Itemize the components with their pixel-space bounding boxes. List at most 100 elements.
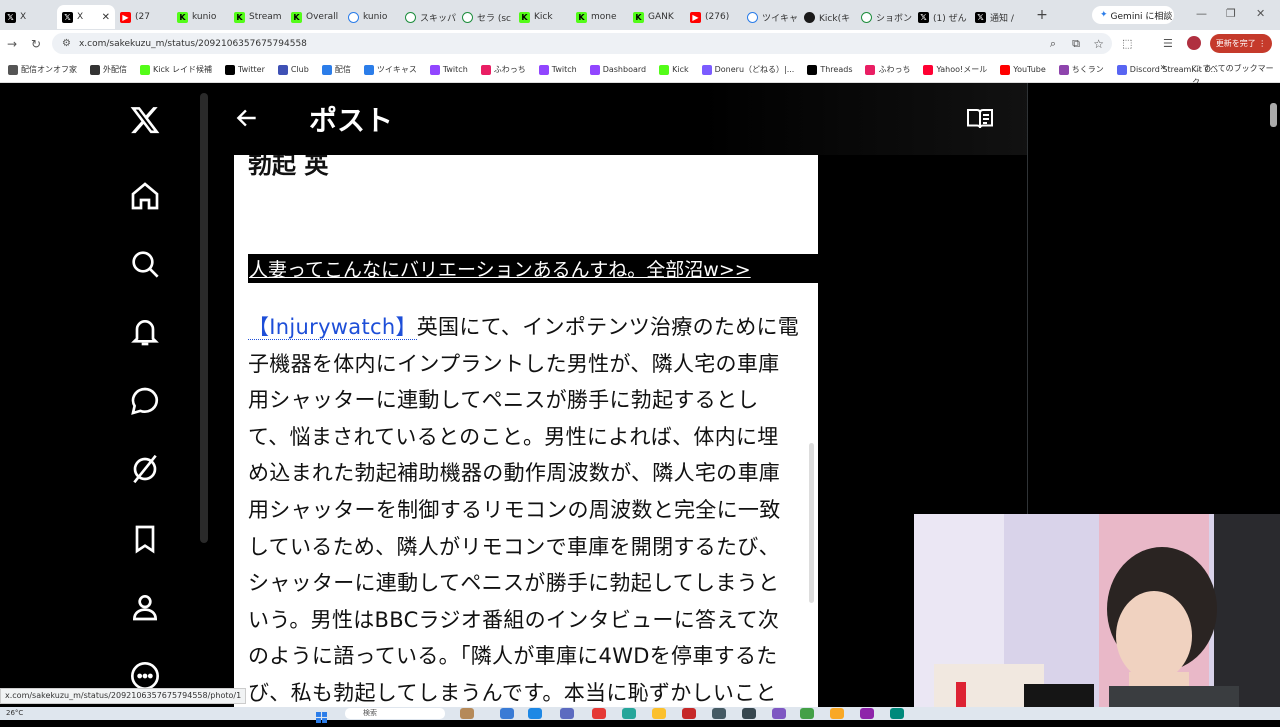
profile-icon[interactable] <box>126 588 164 626</box>
bookmark-favicon-icon <box>538 64 549 75</box>
article-ad-banner: 人妻ってこんなにバリエーションあるんすね。全部沼w>> <box>248 254 818 283</box>
tab-label: Kick <box>534 12 553 22</box>
bookmark-item[interactable]: Dashboard <box>589 64 646 75</box>
browser-tab[interactable]: 𝕏X <box>0 5 57 29</box>
bookmark-item[interactable]: Club <box>277 64 309 75</box>
zoom-icon[interactable]: ⌕ <box>1050 37 1056 51</box>
tab-favicon-icon: 𝕏 <box>918 11 929 23</box>
x-side-nav <box>110 83 180 707</box>
bookmark-item[interactable]: Twitter <box>225 64 265 75</box>
taskbar-app-icon[interactable] <box>860 708 874 719</box>
bookmark-favicon-icon <box>321 64 332 75</box>
reload-icon[interactable]: ↻ <box>24 37 48 51</box>
grok-icon[interactable] <box>126 450 164 488</box>
taskbar-app-icon[interactable] <box>500 708 514 719</box>
back-icon[interactable]: → <box>0 37 24 51</box>
source-link[interactable]: 【Injurywatch】 <box>248 315 417 340</box>
article-image[interactable]: 勃起 英 人妻ってこんなにバリエーションあるんすね。全部沼w>> 【Injury… <box>234 155 818 707</box>
bookmark-item[interactable]: ちくラン <box>1058 64 1104 75</box>
browser-tab[interactable]: Kmone <box>571 5 628 29</box>
browser-tab[interactable]: ツイキャ <box>742 5 799 29</box>
bookmark-item[interactable]: 配信オンオフ家 <box>8 64 77 75</box>
reader-mode-icon[interactable] <box>966 107 994 131</box>
bookmark-label: Kick レイド候補 <box>153 65 213 74</box>
bookmark-item[interactable]: Twitch <box>538 64 577 75</box>
bookmarks-more-icon[interactable]: » <box>1160 62 1166 73</box>
search-icon[interactable] <box>126 245 164 283</box>
update-button[interactable]: 更新を完了 ⋮ <box>1210 34 1272 53</box>
tab-favicon-icon: 𝕏 <box>62 11 73 23</box>
taskbar-app-icon[interactable] <box>800 708 814 719</box>
maximize-button[interactable]: ❐ <box>1226 7 1236 20</box>
bookmark-item[interactable]: ふわっち <box>480 64 526 75</box>
url-field[interactable]: ⚙ x.com/sakekuzu_m/status/20921063576757… <box>52 33 1112 54</box>
taskbar-app-icon[interactable] <box>622 708 636 719</box>
page-scrollbar[interactable] <box>1270 103 1277 127</box>
article-line: のように語っている。「隣人が車庫に4WDを停車するた <box>248 644 778 669</box>
bookmark-item[interactable]: ふわっち <box>865 64 910 75</box>
profile-avatar[interactable] <box>1187 36 1201 50</box>
close-window-button[interactable]: ✕ <box>1256 7 1265 20</box>
bookmark-star-icon[interactable]: ☆ <box>1093 37 1104 51</box>
taskbar-search[interactable]: 検索 <box>345 708 445 719</box>
bookmark-item[interactable]: Twitch <box>429 64 468 75</box>
bookmark-item[interactable]: YouTube <box>1000 64 1046 75</box>
taskbar-app-icon[interactable] <box>592 708 606 719</box>
browser-tab[interactable]: K GANK <box>628 5 685 29</box>
taskbar-app-icon[interactable] <box>682 708 696 719</box>
bookmark-label: Twitch <box>442 65 468 74</box>
page-title: ポスト <box>309 104 394 137</box>
bookmark-item[interactable]: Yahoo!メール <box>923 64 987 75</box>
taskbar-app-icon[interactable] <box>830 708 844 719</box>
tab-label: Kick(キ <box>819 13 851 24</box>
browser-tab[interactable]: 𝕏 通知 / <box>970 5 1027 29</box>
bookmark-item[interactable]: Kick <box>659 64 689 75</box>
bookmark-item[interactable]: 外配信 <box>90 64 127 75</box>
browser-tab[interactable]: K Stream <box>229 5 286 29</box>
browser-tab[interactable]: ショボン <box>856 5 913 29</box>
browser-tab[interactable]: ▶ (276) <box>685 5 742 29</box>
taskbar-app-icon[interactable] <box>528 708 542 719</box>
browser-tab[interactable]: セラ (sc <box>457 5 514 29</box>
browser-tab[interactable]: K Kick <box>514 5 571 29</box>
ad-banner-link[interactable]: 人妻ってこんなにバリエーションあるんすね。全部沼w>> <box>248 255 751 282</box>
taskbar-app-icon[interactable] <box>560 708 574 719</box>
taskbar-app-icon[interactable] <box>772 708 786 719</box>
translate-icon[interactable]: ⧉ <box>1072 37 1080 51</box>
taskbar-app-icon[interactable] <box>712 708 726 719</box>
notifications-bell-icon[interactable] <box>126 313 164 351</box>
taskbar-app-icon[interactable] <box>460 708 474 719</box>
side-scrollbar[interactable] <box>200 93 208 543</box>
browser-tab[interactable]: Kick(キ <box>799 5 856 29</box>
browser-tab[interactable]: K Overall <box>286 5 343 29</box>
browser-tab[interactable]: kunio <box>343 5 400 29</box>
site-info-icon[interactable]: ⚙ <box>62 38 71 49</box>
browser-tab[interactable]: スキッパ <box>400 5 457 29</box>
browser-tab[interactable]: ▶ (27 <box>115 5 172 29</box>
tab-close-icon[interactable]: ✕ <box>102 12 110 23</box>
extensions-icon[interactable]: ⬚ <box>1122 37 1132 50</box>
bookmarks-icon[interactable] <box>126 520 164 558</box>
tab-search-icon[interactable]: ☰ <box>1163 37 1173 50</box>
bookmark-label: YouTube <box>1013 65 1046 74</box>
browser-tab[interactable]: Kkunio <box>172 5 229 29</box>
home-icon[interactable] <box>126 177 164 215</box>
minimize-button[interactable]: — <box>1196 7 1207 20</box>
messages-icon[interactable] <box>126 382 164 420</box>
bookmark-item[interactable]: Threads <box>807 64 852 75</box>
bookmark-item[interactable]: Kick レイド候補 <box>140 64 212 75</box>
taskbar-app-icon[interactable] <box>742 708 756 719</box>
bookmark-item[interactable]: ツイキャス <box>363 64 417 75</box>
taskbar-app-icon[interactable] <box>652 708 666 719</box>
x-logo-icon[interactable] <box>126 101 164 139</box>
browser-tab[interactable]: 𝕏 (1) ぜん <box>913 5 970 29</box>
back-arrow-icon[interactable] <box>234 105 260 131</box>
windows-start-icon[interactable] <box>316 708 327 723</box>
gemini-button[interactable]: ✦ Gemini に相談 <box>1092 6 1174 24</box>
bookmark-item[interactable]: Doneru（どねる）|... <box>701 64 794 75</box>
browser-tab[interactable]: 𝕏 X ✕ <box>57 5 115 29</box>
taskbar-app-icon[interactable] <box>890 708 904 719</box>
article-scrollbar[interactable] <box>809 443 814 603</box>
bookmark-item[interactable]: 配信 <box>321 64 351 75</box>
new-tab-button[interactable]: + <box>1033 7 1051 23</box>
